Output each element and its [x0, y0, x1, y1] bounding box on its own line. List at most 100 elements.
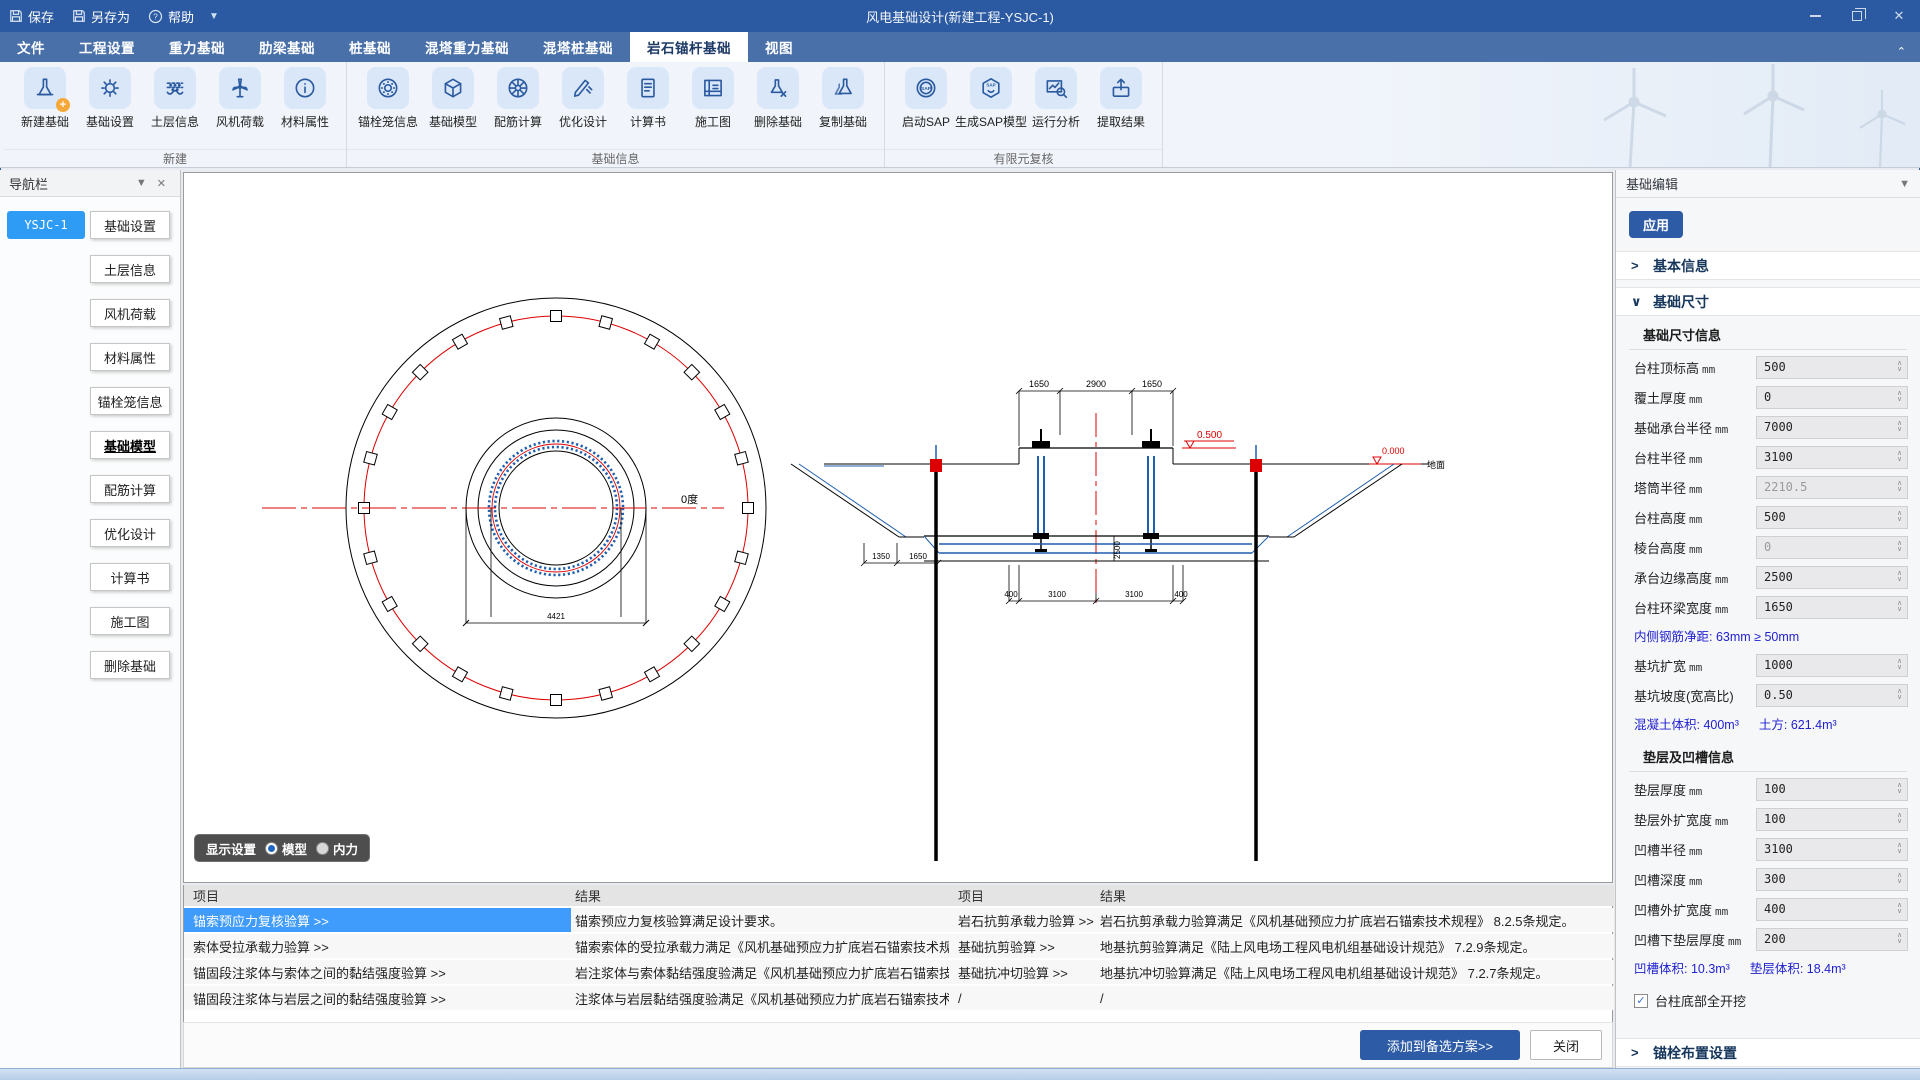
- minimize-button[interactable]: [1794, 0, 1836, 32]
- table-row[interactable]: / /: [949, 986, 1614, 1010]
- nav-close-icon[interactable]: ✕: [152, 177, 171, 190]
- restore-button[interactable]: [1836, 0, 1878, 32]
- nav-collapse-caret-icon[interactable]: ▼: [131, 177, 152, 189]
- display-option-internal-force[interactable]: 内力: [316, 839, 358, 858]
- quickbar-caret-icon[interactable]: ▼: [203, 11, 225, 22]
- spinner-icon[interactable]: ∧∨: [1892, 659, 1907, 671]
- construction-drawing-button[interactable]: 施工图: [682, 67, 744, 149]
- tab-hybrid-pile-foundation[interactable]: 混塔桩基础: [526, 32, 630, 62]
- tab-pile-foundation[interactable]: 桩基础: [332, 32, 408, 62]
- spinner-icon[interactable]: ∧∨: [1892, 689, 1907, 701]
- rebar-calculation-button[interactable]: 配筋计算: [487, 67, 549, 149]
- groove-radius-input[interactable]: 3100∧∨: [1756, 838, 1908, 861]
- nav-item-delete-foundation[interactable]: 施工图: [90, 607, 170, 635]
- spinner-icon[interactable]: ∧∨: [1892, 873, 1907, 885]
- start-sap-button[interactable]: SAP 启动SAP: [895, 67, 957, 149]
- frustum-height-input[interactable]: 0∧∨: [1756, 536, 1908, 559]
- foundation-model-button[interactable]: 基础模型: [422, 67, 484, 149]
- anchor-cage-info-button[interactable]: 锚栓笼信息: [357, 67, 419, 149]
- pedestal-radius-input[interactable]: 3100∧∨: [1756, 446, 1908, 469]
- spinner-icon[interactable]: ∧∨: [1892, 361, 1907, 373]
- section-foundation-dimensions[interactable]: ∨ 基础尺寸: [1616, 287, 1920, 316]
- close-panel-button[interactable]: 关闭: [1530, 1030, 1602, 1060]
- groove-depth-input[interactable]: 300∧∨: [1756, 868, 1908, 891]
- save-as-button[interactable]: 另存为: [63, 0, 139, 32]
- spinner-icon[interactable]: ∧∨: [1892, 903, 1907, 915]
- cover-soil-thickness-input[interactable]: 0∧∨: [1756, 386, 1908, 409]
- tab-file[interactable]: 文件: [0, 32, 62, 62]
- turbine-load-button[interactable]: 风机荷载: [209, 67, 271, 149]
- nav-item-turbine-load[interactable]: 风机荷载: [90, 299, 170, 327]
- cushion-extension-width-input[interactable]: 100∧∨: [1756, 808, 1908, 831]
- run-analysis-button[interactable]: 运行分析: [1025, 67, 1087, 149]
- optimize-design-button[interactable]: 优化设计: [552, 67, 614, 149]
- tab-project-settings[interactable]: 工程设置: [62, 32, 152, 62]
- spinner-icon[interactable]: ∧∨: [1892, 451, 1907, 463]
- table-row[interactable]: 基础抗剪验算 >> 地基抗剪验算满足《陆上风电场工程风电机组基础设计规范》 7.…: [949, 934, 1614, 958]
- add-to-alternatives-button[interactable]: 添加到备选方案>>: [1360, 1030, 1520, 1060]
- generate-sap-model-button[interactable]: SAP 生成SAP模型: [960, 67, 1022, 149]
- spinner-icon[interactable]: ∧∨: [1892, 421, 1907, 433]
- nav-item-copy-foundation[interactable]: 删除基础: [90, 651, 170, 679]
- pedestal-height-input[interactable]: 500∧∨: [1756, 506, 1908, 529]
- extract-results-button[interactable]: 提取结果: [1090, 67, 1152, 149]
- spinner-icon[interactable]: ∧∨: [1892, 843, 1907, 855]
- save-button[interactable]: 保存: [0, 0, 63, 32]
- spinner-icon[interactable]: ∧∨: [1892, 783, 1907, 795]
- spinner-icon[interactable]: ∧∨: [1892, 933, 1907, 945]
- apply-button[interactable]: 应用: [1629, 211, 1683, 238]
- material-properties-button[interactable]: 材料属性: [274, 67, 336, 149]
- pedestal-top-elevation-input[interactable]: 500∧∨: [1756, 356, 1908, 379]
- tab-rib-beam-foundation[interactable]: 肋梁基础: [242, 32, 332, 62]
- tab-view[interactable]: 视图: [748, 32, 810, 62]
- nav-item-foundation-settings[interactable]: 基础设置: [90, 211, 170, 239]
- model-viewport[interactable]: 4421 0度 1650 2900 1650: [183, 172, 1613, 883]
- groove-cushion-thickness-input[interactable]: 200∧∨: [1756, 928, 1908, 951]
- calculation-report-button[interactable]: 计算书: [617, 67, 679, 149]
- nav-item-soil-layer-info[interactable]: 土层信息: [90, 255, 170, 283]
- display-option-model[interactable]: 模型: [265, 839, 307, 858]
- tab-gravity-foundation[interactable]: 重力基础: [152, 32, 242, 62]
- nav-item-foundation-model[interactable]: 基础模型: [90, 431, 170, 459]
- tab-hybrid-gravity-foundation[interactable]: 混塔重力基础: [408, 32, 526, 62]
- cushion-thickness-input[interactable]: 100∧∨: [1756, 778, 1908, 801]
- foundation-settings-button[interactable]: 基础设置: [79, 67, 141, 149]
- nav-item-material-properties[interactable]: 材料属性: [90, 343, 170, 371]
- new-foundation-button[interactable]: + 新建基础: [14, 67, 76, 149]
- spinner-icon[interactable]: ∧∨: [1892, 391, 1907, 403]
- tower-radius-input[interactable]: 2210.5∧∨: [1756, 476, 1908, 499]
- table-row[interactable]: 锚固段注浆体与索体之间的黏结强度验算 >> 岩注浆体与索体黏结强度验满足《风机基…: [184, 960, 949, 984]
- soil-layer-info-button[interactable]: 土层信息: [144, 67, 206, 149]
- copy-foundation-button[interactable]: 复制基础: [812, 67, 874, 149]
- spinner-icon[interactable]: ∧∨: [1892, 571, 1907, 583]
- nav-item-calculation-report[interactable]: 优化设计: [90, 519, 170, 547]
- spinner-icon[interactable]: ∧∨: [1892, 541, 1907, 553]
- pit-slope-input[interactable]: 0.50∧∨: [1756, 684, 1908, 707]
- spinner-icon[interactable]: ∧∨: [1892, 481, 1907, 493]
- cap-edge-height-input[interactable]: 2500∧∨: [1756, 566, 1908, 589]
- help-button[interactable]: ? 帮助: [139, 0, 203, 32]
- spinner-icon[interactable]: ∧∨: [1892, 511, 1907, 523]
- spinner-icon[interactable]: ∧∨: [1892, 813, 1907, 825]
- table-row[interactable]: 岩石抗剪承载力验算 >> 岩石抗剪承载力验算满足《风机基础预应力扩底岩石锚索技术…: [949, 908, 1614, 932]
- table-row[interactable]: 基础抗冲切验算 >> 地基抗冲切验算满足《陆上风电场工程风电机组基础设计规范》 …: [949, 960, 1614, 984]
- ring-beam-width-input[interactable]: 1650∧∨: [1756, 596, 1908, 619]
- project-tab[interactable]: YSJC-1: [7, 211, 85, 239]
- table-row[interactable]: 锚索预应力复核验算 >> 锚索预应力复核验算满足设计要求。: [184, 908, 949, 932]
- close-button[interactable]: ✕: [1878, 0, 1920, 32]
- checkbox-checked-icon[interactable]: ✓: [1634, 994, 1648, 1008]
- nav-item-anchor-cage-info[interactable]: 锚栓笼信息: [90, 387, 170, 415]
- tab-rock-anchor-foundation[interactable]: 岩石锚杆基础: [630, 32, 748, 62]
- section-basic-info[interactable]: > 基本信息: [1616, 251, 1920, 280]
- ribbon-collapse-chevron-icon[interactable]: ⌃: [1897, 32, 1920, 62]
- nav-item-construction-drawing[interactable]: 计算书: [90, 563, 170, 591]
- table-row[interactable]: 索体受拉承载力验算 >> 锚索索体的受拉承载力满足《风机基础预应力扩底岩石锚索技…: [184, 934, 949, 958]
- panel-collapse-caret-icon[interactable]: ▼: [1899, 178, 1910, 190]
- delete-foundation-button[interactable]: 删除基础: [747, 67, 809, 149]
- section-anchor-layout-settings[interactable]: > 锚栓布置设置: [1616, 1038, 1920, 1067]
- table-row[interactable]: 锚固段注浆体与岩层之间的黏结强度验算 >> 注浆体与岩层黏结强度验满足《风机基础…: [184, 986, 949, 1010]
- spinner-icon[interactable]: ∧∨: [1892, 601, 1907, 613]
- groove-extension-width-input[interactable]: 400∧∨: [1756, 898, 1908, 921]
- pit-widening-input[interactable]: 1000∧∨: [1756, 654, 1908, 677]
- nav-item-rebar-calculation[interactable]: 配筋计算: [90, 475, 170, 503]
